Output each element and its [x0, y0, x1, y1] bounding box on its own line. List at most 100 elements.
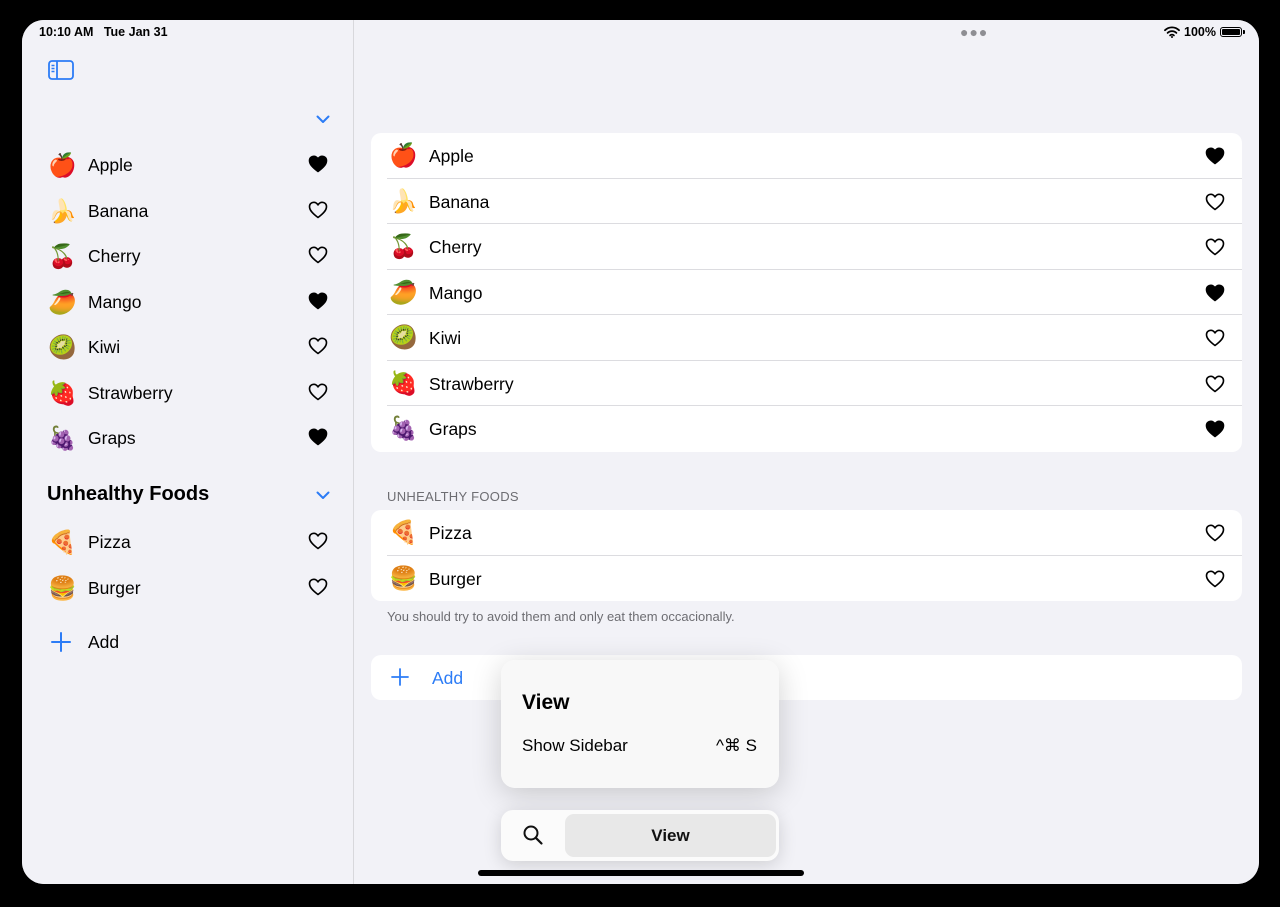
food-emoji-icon: 🍇 [389, 415, 418, 441]
sidebar-item-label: Graps [88, 428, 136, 448]
list-item-label: Strawberry [429, 373, 514, 394]
food-emoji-icon: 🍔 [48, 574, 77, 601]
list-item-label: Kiwi [429, 328, 462, 348]
heart-outline-icon[interactable] [308, 246, 328, 264]
food-emoji-icon: 🍔 [389, 564, 418, 591]
heart-outline-icon[interactable] [1205, 238, 1225, 256]
list-item[interactable]: 🍒 Cherry [371, 224, 1242, 270]
view-button[interactable]: View [565, 814, 776, 857]
list-item[interactable]: 🥭 Mango [371, 270, 1242, 315]
sidebar-item-label: Pizza [88, 532, 131, 552]
sidebar-add-button[interactable]: Add [50, 631, 119, 653]
heart-outline-icon[interactable] [308, 201, 328, 219]
fruit-list-card: 🍎 Apple 🍌 Banana 🍒 Cherry 🥭 Mango 🥝 Kiwi 🍓 Strawber… [371, 133, 1242, 452]
multitasking-dots-icon[interactable]: ●●● [960, 24, 988, 40]
list-item[interactable]: 🥝 Kiwi [371, 315, 1242, 361]
add-label: Add [432, 668, 464, 688]
sidebar-item[interactable]: 🍇 Graps [22, 416, 353, 460]
food-emoji-icon: 🍒 [48, 243, 77, 269]
list-item[interactable]: 🍓 Strawberry [371, 361, 1242, 406]
list-item-label: Graps [429, 419, 477, 439]
sidebar-item-label: Strawberry [88, 382, 173, 403]
popover-title: View [522, 691, 570, 714]
sidebar-toggle-icon[interactable] [48, 60, 74, 80]
ipad-screen: 10:10 AM Tue Jan 31 🍎 Apple 🍌 Banana 🍒 Cherry… [22, 20, 1259, 884]
food-emoji-icon: 🥝 [48, 334, 77, 360]
heart-outline-icon[interactable] [308, 578, 328, 596]
sidebar: 10:10 AM Tue Jan 31 🍎 Apple 🍌 Banana 🍒 Cherry… [22, 20, 354, 884]
list-item[interactable]: 🍎 Apple [371, 133, 1242, 179]
heart-outline-icon[interactable] [308, 337, 328, 355]
view-menu-popover: View Show Sidebar ^⌘ S [501, 660, 779, 788]
food-emoji-icon: 🍇 [48, 425, 77, 451]
list-item-label: Cherry [429, 237, 482, 257]
food-emoji-icon: 🍓 [389, 369, 418, 396]
heart-outline-icon[interactable] [308, 383, 328, 401]
heart-outline-icon[interactable] [1205, 375, 1225, 393]
heart-outline-icon[interactable] [1205, 193, 1225, 211]
sidebar-item[interactable]: 🍎 Apple [22, 143, 353, 187]
food-emoji-icon: 🍌 [48, 197, 77, 224]
unhealthy-list-card: 🍕 Pizza 🍔 Burger [371, 510, 1242, 601]
sidebar-item[interactable]: 🍓 Strawberry [22, 371, 353, 415]
sidebar-item-label: Cherry [88, 246, 141, 266]
food-emoji-icon: 🍕 [48, 529, 77, 555]
bottom-toolbar: View [501, 810, 779, 861]
wifi-icon [1164, 26, 1180, 38]
food-emoji-icon: 🍓 [48, 379, 77, 406]
home-indicator[interactable] [478, 870, 804, 876]
sidebar-item[interactable]: 🍕 Pizza [22, 520, 353, 564]
food-emoji-icon: 🍎 [48, 152, 77, 178]
keyboard-shortcut: ^⌘ S [715, 736, 757, 755]
heart-outline-icon[interactable] [308, 532, 328, 550]
sidebar-item-label: Banana [88, 200, 149, 221]
list-item-label: Burger [429, 568, 482, 589]
chevron-down-icon[interactable] [316, 491, 330, 500]
sidebar-item-label: Apple [88, 155, 133, 175]
list-item-label: Pizza [429, 523, 472, 543]
heart-filled-icon[interactable] [1205, 420, 1225, 438]
list-item-label: Apple [429, 146, 474, 166]
sidebar-item[interactable]: 🍒 Cherry [22, 234, 353, 278]
sidebar-section-title: Unhealthy Foods [47, 483, 210, 505]
heart-filled-icon[interactable] [308, 292, 328, 310]
list-item[interactable]: 🍕 Pizza [371, 510, 1242, 556]
sidebar-item[interactable]: 🍌 Banana [22, 189, 353, 233]
sidebar-item[interactable]: 🥝 Kiwi [22, 325, 353, 369]
food-emoji-icon: 🍎 [389, 142, 418, 168]
sidebar-item[interactable]: 🍔 Burger [22, 566, 353, 610]
heart-outline-icon[interactable] [1205, 329, 1225, 347]
food-emoji-icon: 🍒 [389, 233, 418, 259]
sidebar-item-label: Burger [88, 577, 141, 598]
food-emoji-icon: 🥭 [48, 288, 77, 315]
food-emoji-icon: 🍕 [389, 519, 418, 545]
sidebar-item[interactable]: 🥭 Mango [22, 280, 353, 324]
list-item[interactable]: 🍇 Graps [371, 406, 1242, 452]
list-item-label: Banana [429, 191, 490, 212]
battery-icon [1220, 27, 1245, 37]
status-time: 10:10 AM Tue Jan 31 [39, 25, 168, 39]
heart-filled-icon[interactable] [1205, 284, 1225, 302]
list-item[interactable]: 🍔 Burger [371, 556, 1242, 602]
sidebar-item-label: Mango [88, 291, 142, 312]
food-emoji-icon: 🍌 [389, 187, 418, 214]
plus-icon [391, 668, 409, 686]
food-emoji-icon: 🥝 [389, 324, 418, 350]
heart-outline-icon[interactable] [1205, 524, 1225, 542]
heart-outline-icon[interactable] [1205, 570, 1225, 588]
chevron-down-icon[interactable] [316, 115, 330, 124]
list-item[interactable]: 🍌 Banana [371, 179, 1242, 224]
sidebar-add-label: Add [88, 631, 120, 652]
sidebar-item-label: Kiwi [88, 337, 121, 357]
battery-percent: 100% [1184, 25, 1216, 39]
plus-icon [51, 632, 71, 652]
food-emoji-icon: 🥭 [389, 278, 418, 305]
list-item-label: Mango [429, 282, 483, 303]
heart-filled-icon[interactable] [308, 428, 328, 446]
unhealthy-section-footer: You should try to avoid them and only ea… [387, 609, 735, 624]
heart-filled-icon[interactable] [308, 155, 328, 173]
search-icon[interactable] [522, 824, 544, 846]
heart-filled-icon[interactable] [1205, 147, 1225, 165]
unhealthy-section-header: UNHEALTHY FOODS [387, 489, 519, 504]
show-sidebar-menu-item[interactable]: Show Sidebar [522, 736, 628, 756]
